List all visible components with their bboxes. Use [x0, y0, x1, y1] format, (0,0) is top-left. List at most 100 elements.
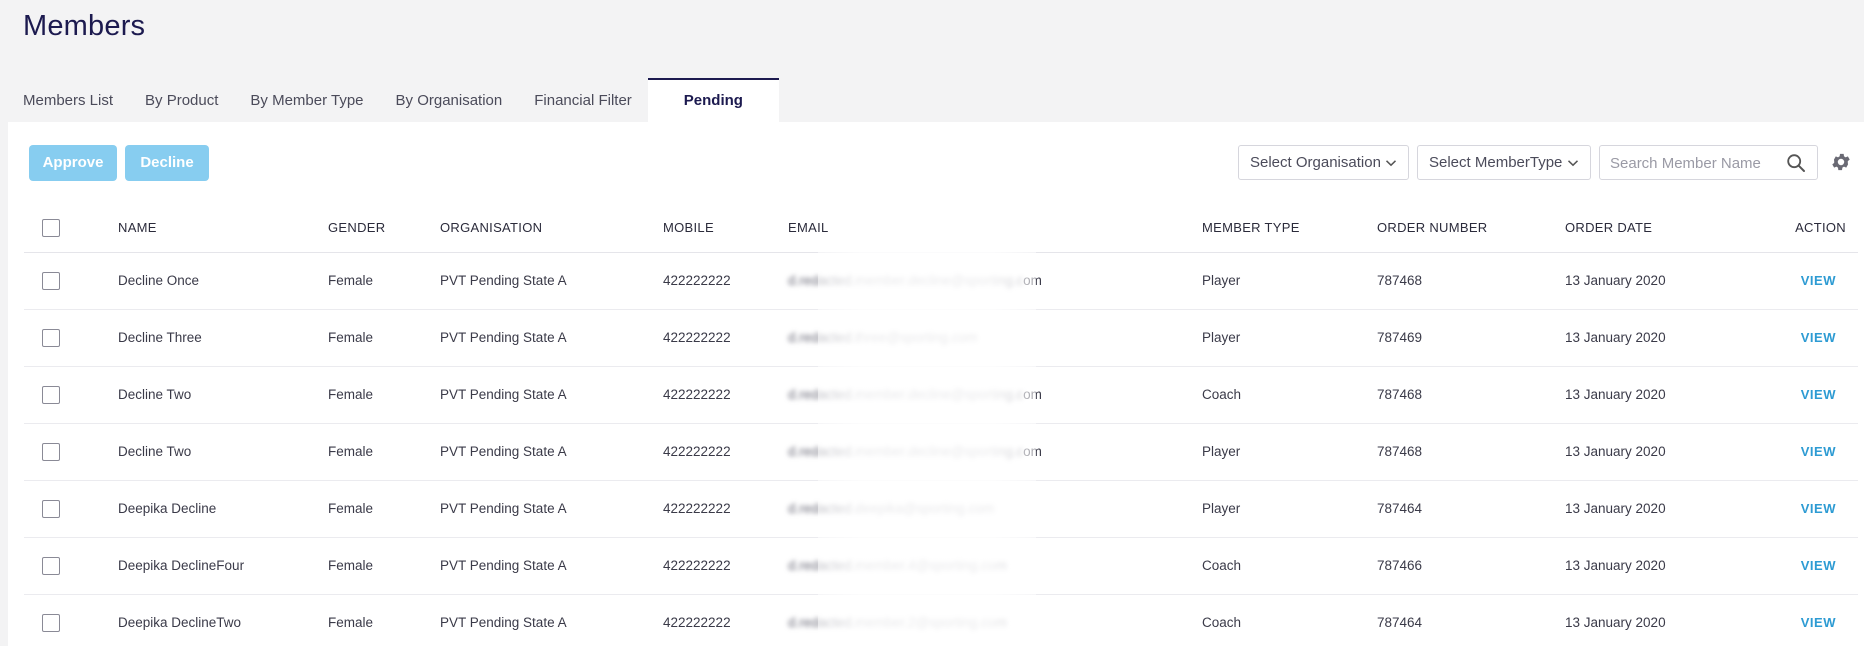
table-header-row: NAME GENDER ORGANISATION MOBILE EMAIL ME…	[24, 204, 1858, 253]
member-type: Player	[1202, 309, 1377, 367]
page-title: Members	[23, 10, 146, 42]
column-header-organisation[interactable]: ORGANISATION	[440, 204, 663, 253]
pending-panel: Approve Decline Select Organisation Sele…	[8, 122, 1864, 646]
email-redacted: d.redacted.member.decline@sporting.c	[788, 273, 1024, 288]
column-header-gender[interactable]: GENDER	[328, 204, 440, 253]
order-date: 13 January 2020	[1565, 594, 1788, 646]
row-checkbox[interactable]	[42, 556, 60, 575]
member-email: d.redacted.member.2@sporting.com	[788, 594, 1202, 646]
table-row: Deepika DeclineTwo Female PVT Pending St…	[24, 594, 1858, 646]
column-header-order-number[interactable]: ORDER NUMBER	[1377, 204, 1565, 253]
order-number: 787468	[1377, 252, 1565, 310]
member-organisation: PVT Pending State A	[440, 537, 663, 595]
tab-by-organisation[interactable]: By Organisation	[380, 78, 519, 122]
order-number: 787466	[1377, 537, 1565, 595]
member-email: d.redacted.member.decline@sporting.com	[788, 423, 1202, 481]
order-date: 13 January 2020	[1565, 480, 1788, 538]
member-mobile: 422222222	[663, 594, 788, 646]
select-all-checkbox[interactable]	[42, 218, 60, 237]
member-type: Player	[1202, 252, 1377, 310]
chevron-down-icon	[1385, 160, 1397, 167]
order-number: 787468	[1377, 423, 1565, 481]
row-checkbox[interactable]	[42, 442, 60, 461]
member-email: d.redacted.member.decline@sporting.com	[788, 252, 1202, 310]
row-checkbox[interactable]	[42, 271, 60, 290]
member-gender: Female	[328, 252, 440, 310]
row-checkbox[interactable]	[42, 499, 60, 518]
table-row: Decline Once Female PVT Pending State A …	[24, 252, 1858, 310]
member-gender: Female	[328, 423, 440, 481]
pending-members-table: NAME GENDER ORGANISATION MOBILE EMAIL ME…	[24, 204, 1858, 646]
email-redacted: d.redacted.deepika@sporting.com	[788, 501, 994, 516]
member-mobile: 422222222	[663, 537, 788, 595]
column-header-mobile[interactable]: MOBILE	[663, 204, 788, 253]
member-type-select[interactable]: Select MemberType	[1417, 145, 1591, 180]
member-organisation: PVT Pending State A	[440, 252, 663, 310]
view-link[interactable]: VIEW	[1801, 330, 1836, 345]
search-input[interactable]	[1610, 152, 1780, 174]
member-mobile: 422222222	[663, 423, 788, 481]
view-link[interactable]: VIEW	[1801, 615, 1836, 630]
column-header-order-date[interactable]: ORDER DATE	[1565, 204, 1788, 253]
order-number: 787469	[1377, 309, 1565, 367]
search-icon[interactable]	[1786, 153, 1806, 173]
email-redacted: d.redacted.member.decline@sporting.c	[788, 387, 1024, 402]
email-redacted: d.redacted.member.decline@sporting.c	[788, 444, 1024, 459]
view-link[interactable]: VIEW	[1801, 444, 1836, 459]
table-row: Decline Two Female PVT Pending State A 4…	[24, 423, 1858, 481]
email-suffix: om	[1023, 387, 1042, 402]
member-type: Coach	[1202, 594, 1377, 646]
view-link[interactable]: VIEW	[1801, 387, 1836, 402]
member-name: Deepika DeclineTwo	[118, 594, 328, 646]
member-gender: Female	[328, 309, 440, 367]
member-gender: Female	[328, 537, 440, 595]
table-row: Decline Two Female PVT Pending State A 4…	[24, 366, 1858, 424]
organisation-select-value: Select Organisation	[1250, 154, 1381, 171]
row-checkbox[interactable]	[42, 613, 60, 632]
tab-members-list[interactable]: Members List	[0, 78, 129, 122]
email-redacted: d.redacted.member.2@sporting.com	[788, 615, 1007, 630]
column-header-name[interactable]: NAME	[118, 204, 328, 253]
view-link[interactable]: VIEW	[1801, 558, 1836, 573]
member-type: Coach	[1202, 366, 1377, 424]
organisation-select[interactable]: Select Organisation	[1238, 145, 1409, 180]
tab-by-product[interactable]: By Product	[129, 78, 234, 122]
member-email: d.redacted.deepika@sporting.com	[788, 480, 1202, 538]
order-date: 13 January 2020	[1565, 252, 1788, 310]
row-checkbox[interactable]	[42, 328, 60, 347]
email-redacted: d.redacted.member.4@sporting.com	[788, 558, 1007, 573]
member-name: Decline Once	[118, 252, 328, 310]
view-link[interactable]: VIEW	[1801, 273, 1836, 288]
member-gender: Female	[328, 594, 440, 646]
tab-financial-filter[interactable]: Financial Filter	[518, 78, 648, 122]
member-type: Coach	[1202, 537, 1377, 595]
email-suffix: om	[1023, 444, 1042, 459]
order-date: 13 January 2020	[1565, 423, 1788, 481]
member-organisation: PVT Pending State A	[440, 594, 663, 646]
member-name: Decline Three	[118, 309, 328, 367]
member-email: d.redacted.member.4@sporting.com	[788, 537, 1202, 595]
view-link[interactable]: VIEW	[1801, 501, 1836, 516]
table-row: Deepika Decline Female PVT Pending State…	[24, 480, 1858, 538]
row-checkbox[interactable]	[42, 385, 60, 404]
order-number: 787464	[1377, 480, 1565, 538]
member-name: Decline Two	[118, 423, 328, 481]
email-suffix: om	[1023, 273, 1042, 288]
approve-button[interactable]: Approve	[29, 145, 117, 181]
table-row: Deepika DeclineFour Female PVT Pending S…	[24, 537, 1858, 595]
tab-pending[interactable]: Pending	[647, 78, 779, 122]
member-gender: Female	[328, 366, 440, 424]
member-mobile: 422222222	[663, 480, 788, 538]
order-date: 13 January 2020	[1565, 366, 1788, 424]
order-date: 13 January 2020	[1565, 537, 1788, 595]
member-mobile: 422222222	[663, 309, 788, 367]
column-header-member-type[interactable]: MEMBER TYPE	[1202, 204, 1377, 253]
order-number: 787464	[1377, 594, 1565, 646]
member-name: Deepika Decline	[118, 480, 328, 538]
gear-icon[interactable]	[1830, 151, 1852, 173]
decline-button[interactable]: Decline	[125, 145, 209, 181]
tab-by-member-type[interactable]: By Member Type	[234, 78, 379, 122]
member-type: Player	[1202, 423, 1377, 481]
column-header-email[interactable]: EMAIL	[788, 204, 1202, 253]
member-organisation: PVT Pending State A	[440, 366, 663, 424]
